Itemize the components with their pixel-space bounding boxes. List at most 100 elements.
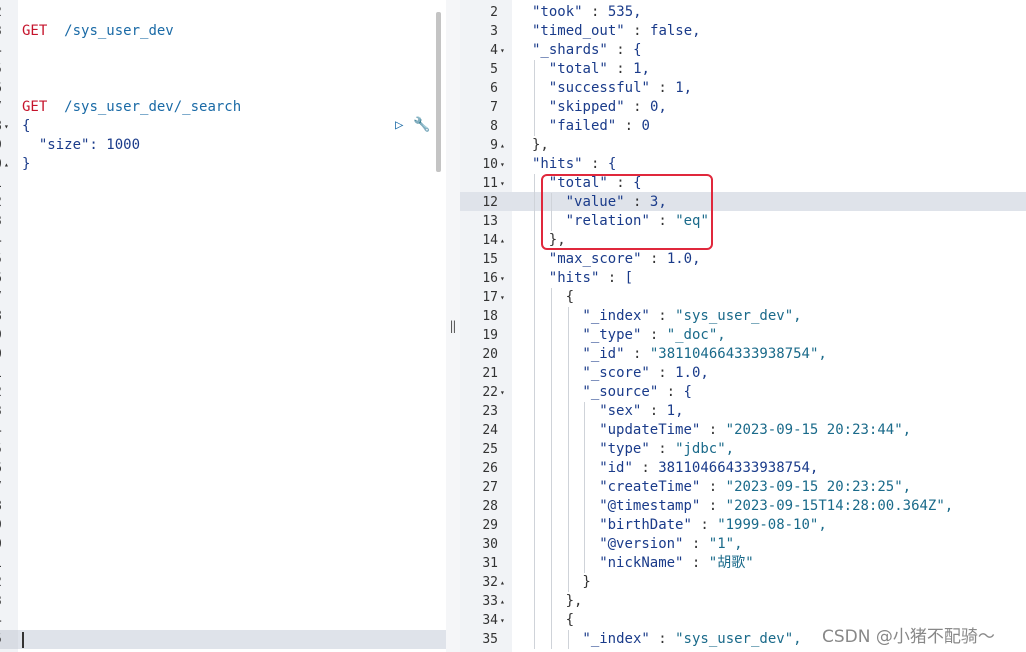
indent-guide xyxy=(534,440,535,459)
json-key: "_id" xyxy=(582,346,625,362)
json-text: "type" : "jdbc", xyxy=(599,440,734,459)
line-number: 8 xyxy=(0,307,14,326)
indent-guide xyxy=(567,459,569,478)
fold-toggle-icon[interactable]: ▾ xyxy=(4,117,9,136)
code-line[interactable]: 8▾{ xyxy=(0,117,446,136)
json-key: "took" xyxy=(532,4,583,20)
code-line[interactable]: 9 xyxy=(0,326,446,345)
line-number: 4 xyxy=(0,41,14,60)
play-icon[interactable]: ▷ xyxy=(395,117,409,133)
json-text: }, xyxy=(532,136,549,155)
json-bracket: } xyxy=(582,574,591,590)
json-bracket: }, xyxy=(565,593,583,609)
json-key: "@version" xyxy=(599,536,684,552)
pane-resizer[interactable]: ‖ xyxy=(446,0,460,652)
code-line[interactable]: 4 xyxy=(0,611,446,630)
response-line: 10 ▾ "hits" : { xyxy=(460,155,1026,174)
line-number: 9 xyxy=(0,326,14,345)
fold-toggle-icon[interactable]: ▴ xyxy=(500,592,505,611)
code-line[interactable]: 6 xyxy=(0,79,446,98)
code-line[interactable]: 6 xyxy=(0,459,446,478)
code-line[interactable]: 3 xyxy=(0,402,446,421)
fold-toggle-icon[interactable]: ▾ xyxy=(500,174,505,193)
code-line[interactable]: 0 xyxy=(0,345,446,364)
line-number: 5 xyxy=(490,62,498,77)
fold-toggle-icon[interactable]: ▴ xyxy=(4,155,9,174)
code-line[interactable]: 4 xyxy=(0,421,446,440)
indent-guide xyxy=(534,212,535,231)
code-line[interactable]: 7 GET /sys_user_dev/_search xyxy=(0,98,446,117)
fold-toggle-icon[interactable]: ▾ xyxy=(500,155,505,174)
code-line[interactable]: 7 xyxy=(0,288,446,307)
code-line[interactable]: 2 xyxy=(0,193,446,212)
code-line[interactable]: 1 xyxy=(0,554,446,573)
response-line: 20 "_id" : "381104664333938754", xyxy=(460,345,1026,364)
code-line[interactable]: 7 xyxy=(0,478,446,497)
wrench-icon[interactable]: 🔧 xyxy=(413,116,431,134)
response-viewer[interactable]: 2 "took" : 535, 3 "timed_out" : false, 4 ▾ "_s… xyxy=(460,0,1026,652)
fold-toggle-icon[interactable]: ▾ xyxy=(500,41,505,60)
indent-guide xyxy=(534,98,535,117)
code-line[interactable]: 3 xyxy=(0,592,446,611)
code-line[interactable]: 8 xyxy=(0,307,446,326)
json-key: "updateTime" xyxy=(599,422,701,438)
json-text: "@timestamp" : "2023-09-15T14:28:00.364Z… xyxy=(599,497,953,516)
indent-guide xyxy=(584,459,586,478)
indent-guide xyxy=(550,497,552,516)
code-line[interactable]: 2 xyxy=(0,573,446,592)
indent-guide xyxy=(534,516,535,535)
code-line[interactable]: 9 "size": 1000 xyxy=(0,136,446,155)
fold-toggle-icon[interactable]: ▾ xyxy=(500,269,505,288)
request-editor[interactable]: 23GET /sys_user_dev4567GET /sys_user_dev… xyxy=(0,0,446,652)
code-line[interactable]: 0▴} xyxy=(0,155,446,174)
line-number: 27 xyxy=(482,480,498,495)
json-text: "took" : 535, xyxy=(532,3,642,22)
fold-toggle-icon[interactable]: ▾ xyxy=(500,288,505,307)
request-editor-scrollbar[interactable] xyxy=(436,12,441,172)
fold-toggle-icon[interactable]: ▾ xyxy=(500,611,505,630)
json-key: "skipped" xyxy=(548,99,625,115)
json-text: "id" : 381104664333938754, xyxy=(599,459,818,478)
fold-toggle-icon[interactable]: ▾ xyxy=(500,383,505,402)
code-line[interactable]: 5 xyxy=(0,630,446,649)
line-number: 13 xyxy=(482,214,498,229)
indent-guide xyxy=(534,174,535,193)
json-bracket: }, xyxy=(532,137,549,153)
code-line[interactable]: 5 xyxy=(0,250,446,269)
line-number: 3 xyxy=(0,22,14,41)
json-text: { xyxy=(566,288,574,307)
code-line[interactable]: 9 xyxy=(0,516,446,535)
code-line[interactable]: 1 xyxy=(0,364,446,383)
response-line: 3 "timed_out" : false, xyxy=(460,22,1026,41)
json-text: "_score" : 1.0, xyxy=(582,364,708,383)
response-line: 24 "updateTime" : "2023-09-15 20:23:44", xyxy=(460,421,1026,440)
response-line: 30 "@version" : "1", xyxy=(460,535,1026,554)
fold-toggle-icon[interactable]: ▴ xyxy=(500,231,505,250)
line-number: 5 xyxy=(0,60,14,79)
json-text: "_index" : "sys_user_dev", xyxy=(582,307,801,326)
indent-guide xyxy=(567,478,569,497)
code-line[interactable]: 5 xyxy=(0,60,446,79)
response-line: 21 "_score" : 1.0, xyxy=(460,364,1026,383)
fold-toggle-icon[interactable]: ▴ xyxy=(500,573,505,592)
code-line[interactable]: 1 xyxy=(0,174,446,193)
code-line[interactable]: 3 xyxy=(0,212,446,231)
code-line[interactable]: 6 xyxy=(0,269,446,288)
line-number: 2 xyxy=(0,193,14,212)
code-line[interactable]: 2 xyxy=(0,3,446,22)
fold-toggle-icon[interactable]: ▴ xyxy=(500,136,505,155)
code-line[interactable]: 3 GET /sys_user_dev xyxy=(0,22,446,41)
code-line[interactable]: 5 xyxy=(0,440,446,459)
line-number: 2 xyxy=(0,383,14,402)
line-number: 23 xyxy=(482,404,498,419)
resize-handle-icon[interactable]: ‖ xyxy=(449,318,457,334)
code-line[interactable]: 4 xyxy=(0,231,446,250)
line-number: 28 xyxy=(482,499,498,514)
code-line[interactable]: 0 xyxy=(0,535,446,554)
code-line[interactable]: 8 xyxy=(0,497,446,516)
code-line[interactable]: 4 xyxy=(0,41,446,60)
json-colon: : xyxy=(624,99,650,115)
json-colon: : xyxy=(658,384,684,400)
code-line[interactable]: 2 xyxy=(0,383,446,402)
line-number: 11 xyxy=(482,176,498,191)
